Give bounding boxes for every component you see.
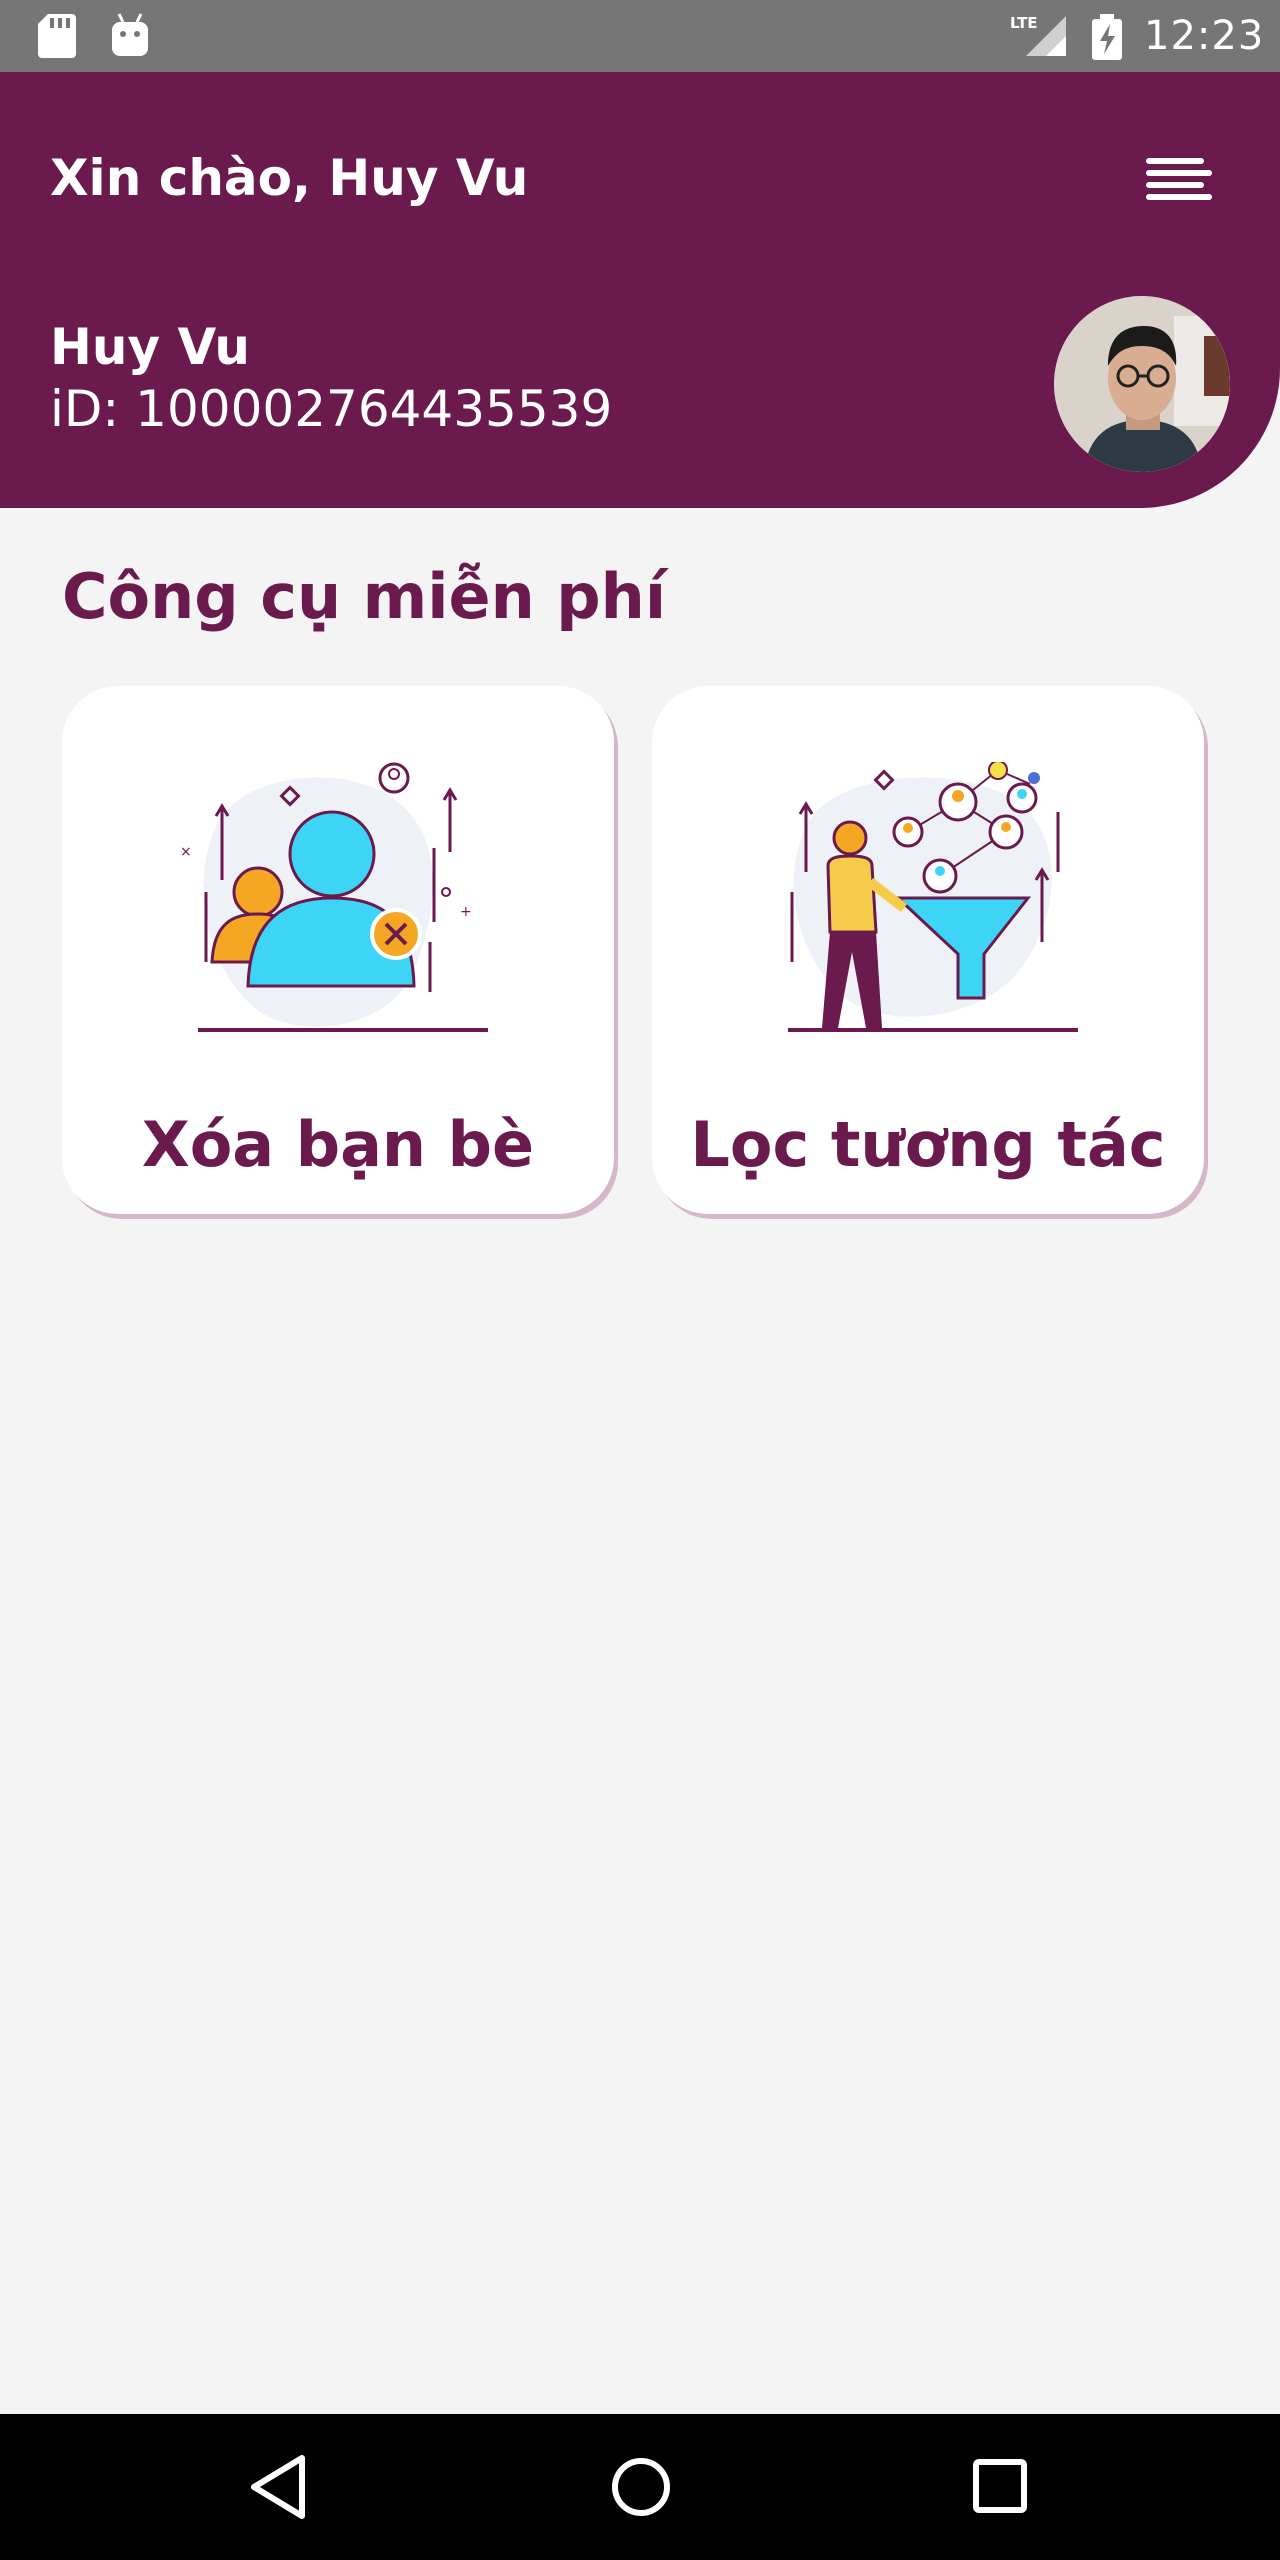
back-button[interactable] [236,2442,326,2532]
profile-header: Xin chào, Huy Vu Huy Vu iD: 100002764435… [0,72,1280,508]
remove-friends-illustration: × + [180,762,488,1032]
android-icon [112,13,148,56]
avatar-photo [1054,296,1230,472]
svg-text:+: + [460,904,472,920]
remove-friends-label: Xóa bạn bè [141,1108,535,1181]
lte-signal-icon: LTE [1010,14,1066,56]
recents-button[interactable] [956,2442,1046,2532]
remove-friends-card[interactable]: × + Xóa bạn bè [62,686,614,1214]
user-id: iD: 100002764435539 [50,380,613,438]
system-navigation-bar [0,2414,1280,2560]
filter-interaction-label: Lọc tương tác [690,1108,1166,1181]
back-icon [251,2455,305,2519]
status-clock: 12:23 [1144,13,1265,59]
section-title: Công cụ miễn phí [62,560,667,633]
user-name: Huy Vu [50,318,250,376]
status-bar: LTE 12:23 [0,0,1280,72]
svg-text:×: × [180,844,192,860]
battery-charging-icon [1092,14,1122,60]
menu-icon [1146,158,1212,200]
avatar[interactable] [1054,296,1230,472]
home-button[interactable] [596,2442,686,2532]
menu-button[interactable] [1136,148,1216,218]
filter-interaction-illustration [788,762,1078,1032]
greeting-text: Xin chào, Huy Vu [50,149,529,207]
sd-card-icon [38,14,76,58]
filter-interaction-card[interactable]: Lọc tương tác [652,686,1204,1214]
home-icon [612,2458,670,2516]
recents-icon [973,2459,1027,2513]
svg-text:LTE: LTE [1010,14,1038,32]
